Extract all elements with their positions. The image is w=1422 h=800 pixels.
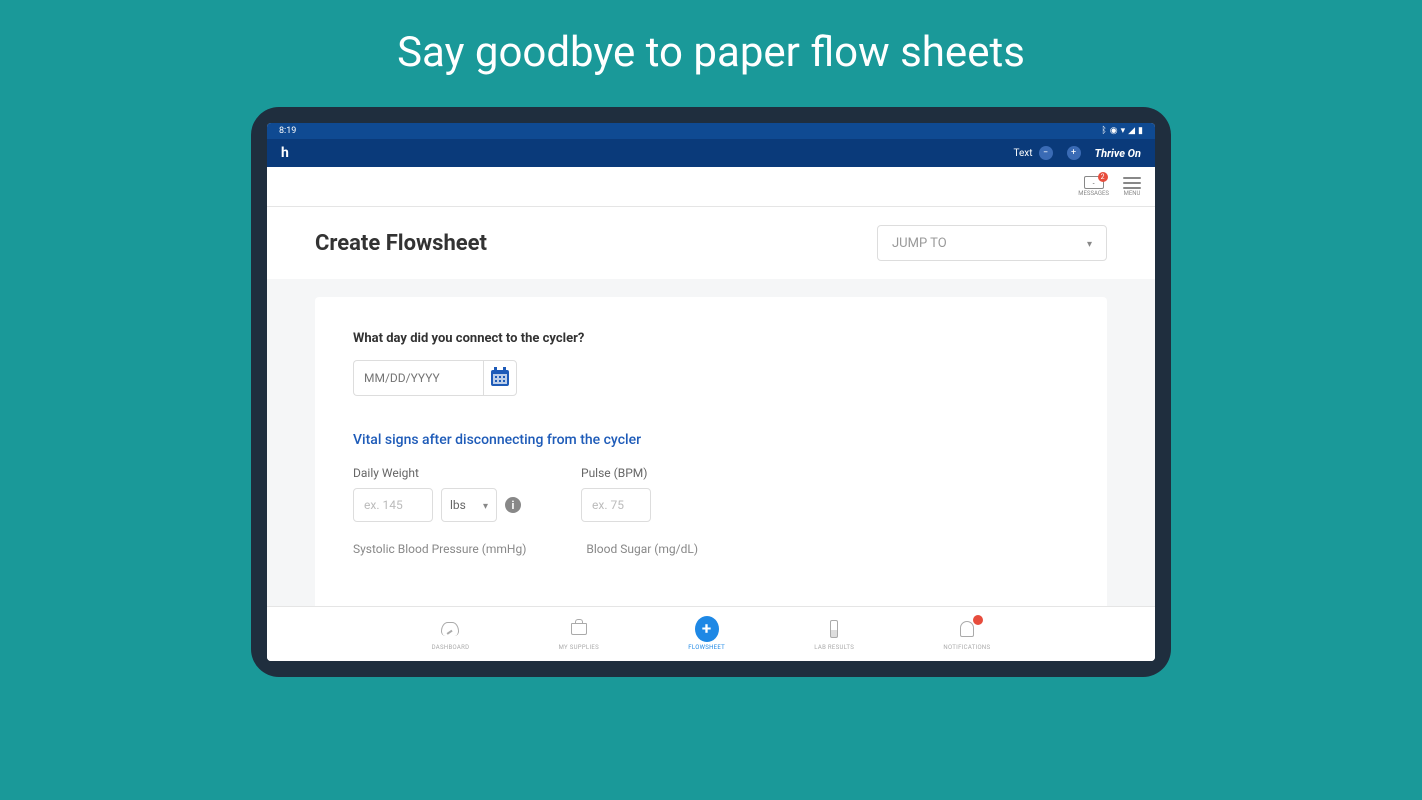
nav-lab[interactable]: LAB RESULTS: [814, 617, 854, 651]
page-title: Create Flowsheet: [315, 231, 487, 256]
truncated-fields: Systolic Blood Pressure (mmHg) Blood Sug…: [353, 542, 1069, 556]
calendar-button[interactable]: [483, 360, 517, 396]
minus-icon: −: [1039, 146, 1053, 160]
nav-dashboard-label: DASHBOARD: [432, 644, 470, 651]
nav-notifications[interactable]: NOTIFICATIONS: [943, 617, 990, 651]
nav-dashboard[interactable]: DASHBOARD: [432, 617, 470, 651]
jump-to-label: JUMP TO: [892, 236, 947, 251]
plus-icon[interactable]: +: [1067, 146, 1081, 160]
gauge-icon: [441, 622, 459, 636]
messages-badge: 2: [1098, 172, 1108, 182]
bottom-nav: DASHBOARD MY SUPPLIES + FLOWSHEET LAB RE…: [267, 606, 1155, 661]
text-size-button[interactable]: Text −: [1014, 146, 1053, 160]
weight-unit-label: lbs: [450, 498, 466, 512]
screen: 8:19 ᛒ ◉ ▾ ◢ ▮ h Text − + Thrive On: [267, 123, 1155, 661]
jump-to-dropdown[interactable]: JUMP TO: [877, 225, 1107, 261]
bluetooth-icon: ᛒ: [1101, 126, 1106, 136]
notification-badge: [973, 615, 983, 625]
chevron-down-icon: [1087, 236, 1092, 251]
info-icon[interactable]: i: [505, 497, 521, 513]
messages-label: MESSAGES: [1078, 190, 1109, 197]
date-input[interactable]: [353, 360, 483, 396]
status-tray: ᛒ ◉ ▾ ◢ ▮: [1101, 126, 1143, 136]
blood-sugar-label: Blood Sugar (mg/dL): [586, 542, 698, 556]
android-status-bar: 8:19 ᛒ ◉ ▾ ◢ ▮: [267, 123, 1155, 139]
content-area: What day did you connect to the cycler? …: [267, 279, 1155, 661]
battery-icon: ▮: [1138, 126, 1143, 136]
chevron-down-icon: [483, 498, 488, 512]
weight-unit-select[interactable]: lbs: [441, 488, 497, 522]
bag-icon: [571, 623, 587, 635]
nav-supplies[interactable]: MY SUPPLIES: [559, 617, 599, 651]
messages-button[interactable]: 2 MESSAGES: [1078, 176, 1109, 197]
nav-notifications-label: NOTIFICATIONS: [943, 644, 990, 651]
app-logo[interactable]: h: [281, 145, 289, 161]
form-card: What day did you connect to the cycler? …: [315, 297, 1107, 617]
signal-icon: ◢: [1128, 126, 1135, 136]
weight-input[interactable]: [353, 488, 433, 522]
text-size-label: Text: [1014, 148, 1033, 159]
calendar-icon: [491, 370, 509, 386]
toolbar: 2 MESSAGES MENU: [267, 167, 1155, 207]
nav-flowsheet-label: FLOWSHEET: [688, 644, 725, 651]
systolic-label: Systolic Blood Pressure (mmHg): [353, 542, 526, 556]
status-time: 8:19: [279, 126, 296, 136]
page-header: Create Flowsheet JUMP TO: [267, 207, 1155, 279]
menu-button[interactable]: MENU: [1123, 177, 1141, 197]
plus-circle-icon: +: [695, 616, 719, 642]
brand-logo: Thrive On: [1095, 147, 1141, 160]
hamburger-icon: [1123, 177, 1141, 189]
location-icon: ◉: [1110, 126, 1118, 136]
wifi-icon: ▾: [1121, 126, 1126, 136]
nav-supplies-label: MY SUPPLIES: [559, 644, 599, 651]
menu-label: MENU: [1124, 190, 1141, 197]
app-header: h Text − + Thrive On: [267, 139, 1155, 167]
nav-flowsheet[interactable]: + FLOWSHEET: [688, 617, 725, 651]
marketing-headline: Say goodbye to paper flow sheets: [397, 28, 1025, 77]
pulse-label: Pulse (BPM): [581, 466, 651, 480]
pulse-input[interactable]: [581, 488, 651, 522]
tablet-frame: 8:19 ᛒ ◉ ▾ ◢ ▮ h Text − + Thrive On: [251, 107, 1171, 677]
weight-label: Daily Weight: [353, 466, 521, 480]
pulse-field: Pulse (BPM): [581, 466, 651, 522]
question-cycler-date: What day did you connect to the cycler?: [353, 331, 1069, 346]
test-tube-icon: [830, 620, 838, 638]
nav-lab-label: LAB RESULTS: [814, 644, 854, 651]
bell-icon: [960, 621, 974, 637]
weight-field: Daily Weight lbs i: [353, 466, 521, 522]
vitals-section-title: Vital signs after disconnecting from the…: [353, 432, 1069, 448]
